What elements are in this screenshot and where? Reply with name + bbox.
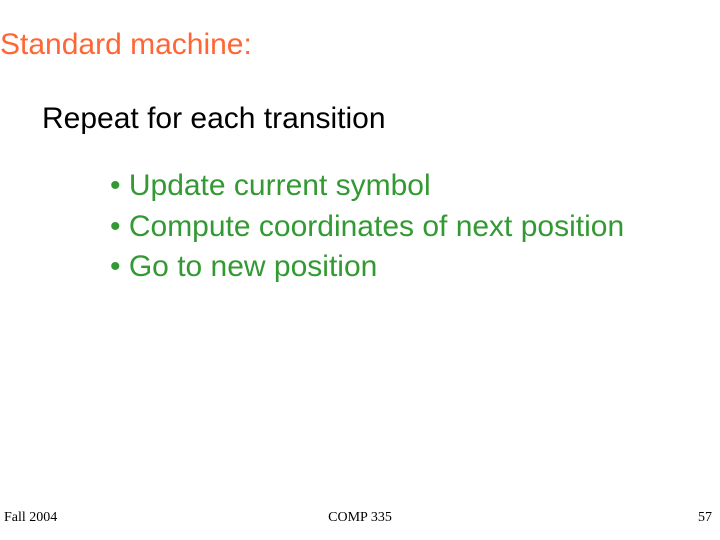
bullet-item: • Go to new position [110, 247, 624, 288]
bullet-item: • Update current symbol [110, 166, 624, 207]
footer-term: Fall 2004 [4, 510, 57, 526]
footer-page-number: 57 [698, 510, 712, 526]
slide: Standard machine: Repeat for each transi… [0, 0, 720, 540]
slide-title: Standard machine: [0, 28, 252, 62]
bullet-item: • Compute coordinates of next position [110, 207, 624, 248]
slide-subtitle: Repeat for each transition [42, 102, 386, 136]
footer-course: COMP 335 [328, 510, 392, 526]
bullet-list: • Update current symbol • Compute coordi… [110, 166, 624, 288]
